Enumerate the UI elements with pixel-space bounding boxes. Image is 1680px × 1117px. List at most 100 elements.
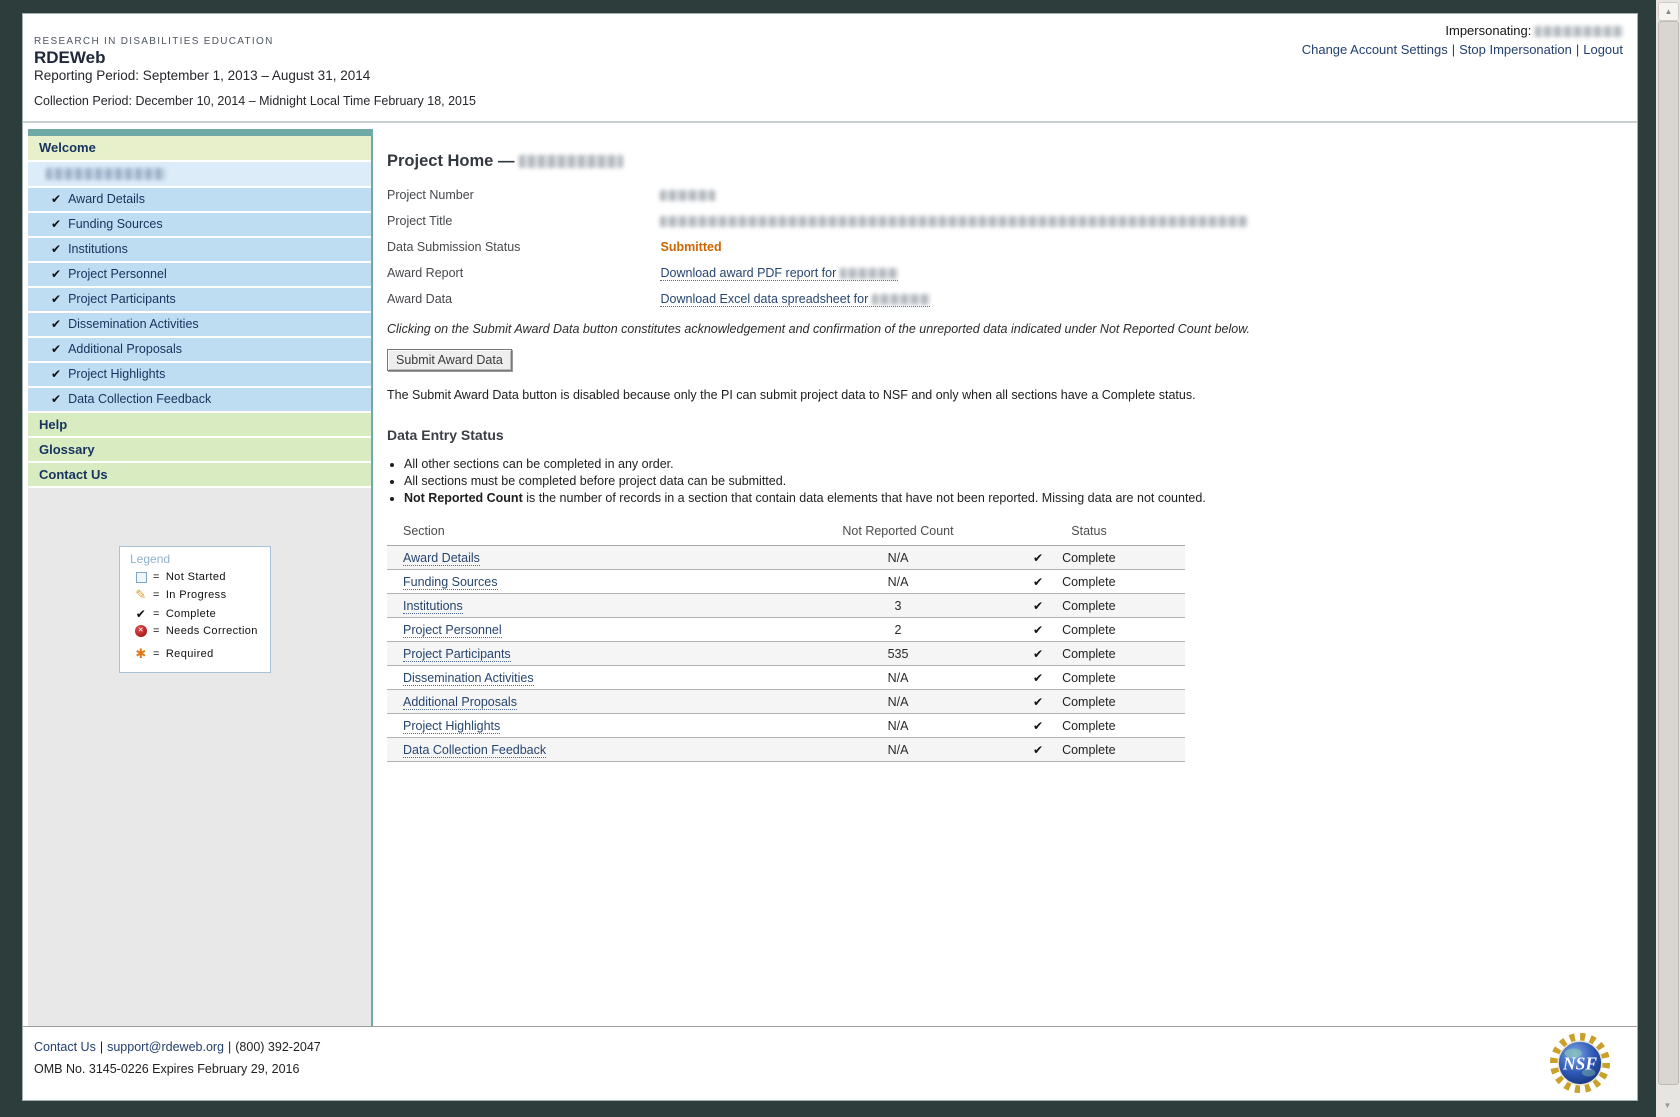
- status-label: Complete: [1062, 575, 1116, 589]
- table-row: Project Personnel 2 ✔Complete: [387, 618, 1185, 642]
- check-icon: ✔: [51, 367, 61, 381]
- scrollbar-thumb[interactable]: [1658, 21, 1679, 1085]
- not-reported-count: 3: [803, 594, 993, 618]
- legend-entry-in-progress: ✎=In Progress: [133, 587, 270, 603]
- field-label: Project Title: [387, 214, 657, 228]
- field-label: Award Report: [387, 266, 657, 280]
- table-row: Project Highlights N/A ✔Complete: [387, 714, 1185, 738]
- sidebar-nav: Welcome ✔Award Details ✔Funding Sources …: [28, 129, 373, 1028]
- table-row: Project Participants 535 ✔Complete: [387, 642, 1185, 666]
- footer-contact-line: Contact Us|support@rdeweb.org|(800) 392-…: [34, 1040, 321, 1054]
- table-row: Data Collection Feedback N/A ✔Complete: [387, 738, 1185, 762]
- impersonating-label: Impersonating:: [1445, 23, 1531, 38]
- legend-label: Not Started: [166, 571, 226, 583]
- sidebar-item-data-collection-feedback[interactable]: ✔Data Collection Feedback: [28, 388, 371, 413]
- sidebar-item-dissemination-activities[interactable]: ✔ Dissemination Activities: [28, 313, 371, 338]
- check-icon: ✔: [51, 342, 61, 356]
- sidebar-item-glossary[interactable]: Glossary: [28, 438, 371, 463]
- legend-entry-not-started: = Not Started: [133, 571, 270, 583]
- logout-link[interactable]: Logout: [1583, 42, 1623, 57]
- download-pdf-report-link[interactable]: Download award PDF report for: [660, 266, 897, 281]
- button-disabled-note: The Submit Award Data button is disabled…: [387, 388, 1307, 402]
- sidebar-item-institutions[interactable]: ✔Institutions: [28, 238, 371, 263]
- sidebar-item-additional-proposals[interactable]: ✔Additional Proposals: [28, 338, 371, 363]
- check-icon: ✔: [51, 192, 61, 206]
- acknowledgement-note: Clicking on the Submit Award Data button…: [387, 322, 1307, 336]
- column-header-section: Section: [387, 520, 803, 546]
- field-label: Project Number: [387, 188, 657, 202]
- equals-sign: =: [153, 608, 160, 620]
- section-link-project-participants[interactable]: Project Participants: [403, 647, 511, 662]
- sidebar-item-project-highlights[interactable]: ✔ Project Highlights: [28, 363, 371, 388]
- bullet-item: Not Reported Count is the number of reco…: [404, 491, 1307, 505]
- check-icon: ✔: [1033, 575, 1043, 589]
- equals-sign: =: [153, 571, 160, 583]
- redacted-project-number: [46, 168, 166, 180]
- impersonating-line: Impersonating:: [1302, 23, 1623, 38]
- table-header-row: Section Not Reported Count Status: [387, 520, 1185, 546]
- sidebar-item-funding-sources[interactable]: ✔Funding Sources: [28, 213, 371, 238]
- table-row: Award Details N/A ✔Complete: [387, 546, 1185, 570]
- bullet-rest-text: is the number of records in a section th…: [523, 491, 1206, 505]
- section-link-additional-proposals[interactable]: Additional Proposals: [403, 695, 517, 710]
- not-started-icon: [136, 572, 147, 583]
- download-excel-data-link[interactable]: Download Excel data spreadsheet for: [660, 292, 929, 307]
- account-area: Impersonating: Change Account Settings |S…: [1302, 23, 1623, 57]
- section-link-project-personnel[interactable]: Project Personnel: [403, 623, 502, 638]
- sidebar-accent-bar: [28, 129, 371, 136]
- required-icon: ✱: [135, 646, 146, 662]
- sidebar-item-project-personnel[interactable]: ✔Project Personnel: [28, 263, 371, 288]
- field-data-submission-status: Data Submission Status Submitted: [387, 240, 1307, 254]
- bullet-item: All other sections can be completed in a…: [404, 457, 1307, 471]
- redacted-project-id: [519, 155, 623, 168]
- legend-entry-complete: ✔=Complete: [133, 607, 270, 621]
- table-row: Additional Proposals N/A ✔Complete: [387, 690, 1185, 714]
- link-separator: |: [1572, 42, 1583, 57]
- sidebar-item-help[interactable]: Help: [28, 413, 371, 438]
- not-reported-count: N/A: [803, 666, 993, 690]
- change-account-settings-link[interactable]: Change Account Settings: [1302, 42, 1448, 57]
- nsf-logo: NSF: [1549, 1032, 1611, 1094]
- not-reported-count: 2: [803, 618, 993, 642]
- download-excel-data-text: Download Excel data spreadsheet for: [660, 292, 868, 306]
- not-reported-count: N/A: [803, 738, 993, 762]
- sidebar-item-label: Dissemination Activities: [68, 317, 199, 331]
- status-label: Complete: [1062, 695, 1116, 709]
- check-icon: ✔: [1033, 743, 1043, 757]
- status-label: Complete: [1062, 719, 1116, 733]
- status-label: Complete: [1062, 551, 1116, 565]
- submit-award-data-button[interactable]: Submit Award Data: [387, 349, 512, 371]
- scroll-down-button[interactable]: ▼: [1658, 1098, 1677, 1114]
- page-header: RESEARCH IN DISABILITIES EDUCATION RDEWe…: [23, 14, 1637, 123]
- collection-period: Collection Period: December 10, 2014 – M…: [34, 94, 476, 108]
- section-link-project-highlights[interactable]: Project Highlights: [403, 719, 500, 734]
- sidebar-item-contact-us[interactable]: Contact Us: [28, 463, 371, 488]
- sidebar-item-project-number-selected[interactable]: [28, 162, 371, 188]
- legend-entry-required: ✱=Required: [133, 646, 270, 662]
- redacted-award-id: [872, 294, 930, 305]
- check-icon: ✔: [1033, 551, 1043, 565]
- check-icon: ✔: [51, 292, 61, 306]
- section-link-data-collection-feedback[interactable]: Data Collection Feedback: [403, 743, 546, 758]
- check-icon: ✔: [51, 317, 61, 331]
- scroll-up-button[interactable]: ▲: [1658, 2, 1679, 21]
- section-link-award-details[interactable]: Award Details: [403, 551, 480, 566]
- submission-status-value: Submitted: [660, 240, 721, 254]
- redacted-award-id: [840, 268, 898, 279]
- field-project-number: Project Number: [387, 188, 1307, 202]
- sidebar-item-label: Project Highlights: [68, 367, 165, 381]
- section-link-dissemination-activities[interactable]: Dissemination Activities: [403, 671, 534, 686]
- section-link-institutions[interactable]: Institutions: [403, 599, 463, 614]
- vertical-scrollbar[interactable]: ▲ ▼: [1656, 0, 1680, 1117]
- table-row: Institutions 3 ✔Complete: [387, 594, 1185, 618]
- bullet-bold-term: Not Reported Count: [404, 491, 523, 505]
- sidebar-item-welcome[interactable]: Welcome: [28, 136, 371, 162]
- equals-sign: =: [153, 625, 160, 637]
- section-link-funding-sources[interactable]: Funding Sources: [403, 575, 498, 590]
- footer-contact-us-link[interactable]: Contact Us: [34, 1040, 96, 1054]
- sidebar-item-award-details[interactable]: ✔Award Details: [28, 188, 371, 213]
- stop-impersonation-link[interactable]: Stop Impersonation: [1459, 42, 1572, 57]
- sidebar-item-project-participants[interactable]: ✔Project Participants: [28, 288, 371, 313]
- footer-email-link[interactable]: support@rdeweb.org: [107, 1040, 224, 1054]
- check-icon: ✔: [1033, 695, 1043, 709]
